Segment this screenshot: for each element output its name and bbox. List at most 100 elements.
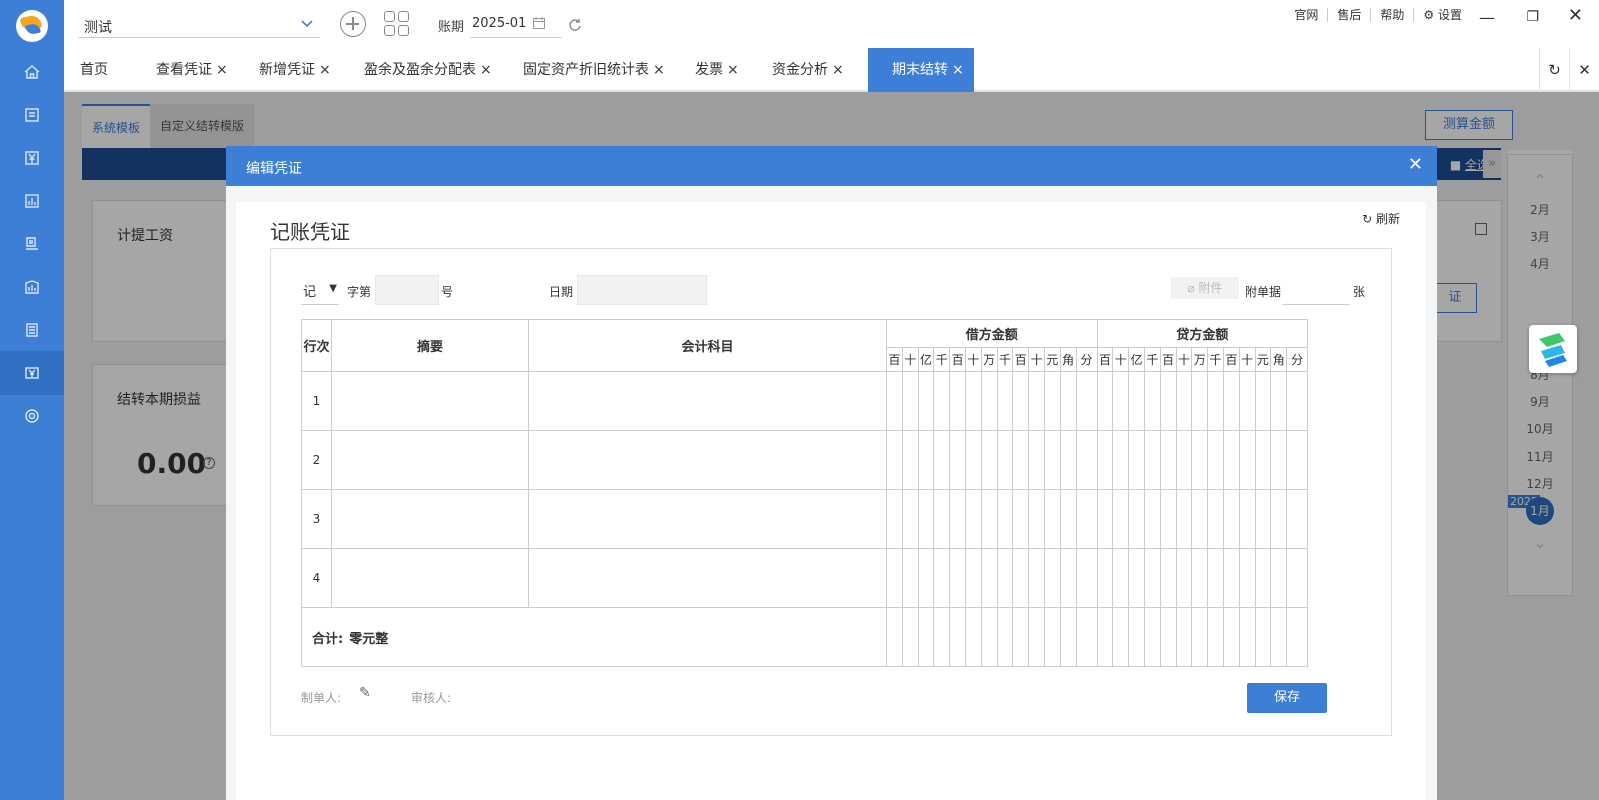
debit-digit-cell[interactable] (996, 371, 1014, 431)
ledger-icon[interactable] (0, 179, 64, 223)
debit-digit-cell[interactable] (1012, 548, 1030, 608)
debit-digit-cell[interactable] (1043, 430, 1061, 490)
refresh-icon[interactable] (568, 18, 582, 32)
debit-digit-cell[interactable] (1075, 430, 1098, 490)
debit-digit-cell[interactable] (933, 430, 951, 490)
debit-digit-cell[interactable] (996, 430, 1014, 490)
credit-digit-cell[interactable] (1143, 430, 1161, 490)
credit-digit-cell[interactable] (1112, 371, 1130, 431)
attach-count-input[interactable] (1283, 275, 1349, 305)
link-help[interactable]: 帮助 (1370, 8, 1413, 22)
debit-digit-cell[interactable] (917, 548, 935, 608)
credit-digit-cell[interactable] (1191, 371, 1209, 431)
credit-digit-cell[interactable] (1270, 430, 1288, 490)
credit-digit-cell[interactable] (1143, 548, 1161, 608)
debit-digit-cell[interactable] (964, 489, 982, 549)
debit-digit-cell[interactable] (949, 489, 966, 549)
debit-digit-cell[interactable] (886, 548, 903, 608)
attachment-button[interactable]: ⌀ 附件 (1171, 277, 1239, 299)
credit-digit-cell[interactable] (1270, 548, 1288, 608)
voucher-icon[interactable] (0, 93, 64, 137)
credit-digit-cell[interactable] (1143, 371, 1161, 431)
close-icon[interactable]: × (653, 62, 665, 78)
tab-depreciation-stats[interactable]: 固定资产折旧统计表 × (507, 48, 665, 92)
credit-digit-cell[interactable] (1222, 371, 1240, 431)
close-all-tabs-icon[interactable]: ✕ (1569, 48, 1599, 92)
link-settings[interactable]: ⚙ 设置 (1413, 8, 1471, 22)
credit-digit-cell[interactable] (1159, 489, 1177, 549)
debit-digit-cell[interactable] (1043, 548, 1061, 608)
account-cell[interactable] (528, 371, 887, 431)
save-button[interactable]: 保存 (1247, 683, 1327, 713)
credit-digit-cell[interactable] (1222, 489, 1240, 549)
credit-digit-cell[interactable] (1270, 371, 1288, 431)
close-icon[interactable]: × (952, 62, 964, 78)
debit-digit-cell[interactable] (1043, 371, 1061, 431)
close-icon[interactable]: × (319, 62, 331, 78)
close-icon[interactable]: × (480, 62, 492, 78)
credit-digit-cell[interactable] (1128, 430, 1145, 490)
credit-digit-cell[interactable] (1207, 489, 1224, 549)
debit-digit-cell[interactable] (1012, 371, 1030, 431)
reload-tabs-icon[interactable]: ↻ (1539, 48, 1569, 92)
tab-period-close[interactable]: 期末结转 × (868, 48, 974, 92)
debit-digit-cell[interactable] (917, 430, 935, 490)
credit-digit-cell[interactable] (1286, 548, 1309, 608)
apps-grid-icon[interactable] (384, 11, 410, 37)
debit-digit-cell[interactable] (980, 430, 998, 490)
floating-assistant-icon[interactable] (1529, 325, 1577, 373)
voucher-type-select[interactable]: 记 ▼ (301, 275, 339, 305)
pencil-icon[interactable]: ✎ (359, 685, 371, 701)
credit-digit-cell[interactable] (1175, 548, 1193, 608)
credit-digit-cell[interactable] (1207, 371, 1224, 431)
credit-digit-cell[interactable] (1112, 548, 1130, 608)
debit-digit-cell[interactable] (964, 430, 982, 490)
credit-digit-cell[interactable] (1191, 548, 1209, 608)
credit-digit-cell[interactable] (1254, 489, 1272, 549)
credit-digit-cell[interactable] (1207, 430, 1224, 490)
tab-invoice[interactable]: 发票 × (679, 48, 739, 92)
debit-digit-cell[interactable] (1059, 548, 1077, 608)
credit-digit-cell[interactable] (1159, 548, 1177, 608)
debit-digit-cell[interactable] (1075, 489, 1098, 549)
credit-digit-cell[interactable] (1096, 548, 1114, 608)
debit-digit-cell[interactable] (980, 489, 998, 549)
credit-digit-cell[interactable] (1112, 489, 1130, 549)
link-aftersales[interactable]: 售后 (1327, 8, 1370, 22)
credit-digit-cell[interactable] (1238, 430, 1256, 490)
debit-digit-cell[interactable] (917, 371, 935, 431)
debit-digit-cell[interactable] (949, 371, 966, 431)
debit-digit-cell[interactable] (1012, 430, 1030, 490)
assets-icon[interactable] (0, 265, 64, 309)
debit-digit-cell[interactable] (1075, 371, 1098, 431)
tab-home[interactable]: 首页 (64, 48, 108, 92)
debit-digit-cell[interactable] (1043, 489, 1061, 549)
credit-digit-cell[interactable] (1128, 489, 1145, 549)
debit-digit-cell[interactable] (949, 430, 966, 490)
tab-view-voucher[interactable]: 查看凭证 × (140, 48, 228, 92)
close-icon[interactable]: × (832, 62, 844, 78)
credit-digit-cell[interactable] (1175, 430, 1193, 490)
debit-digit-cell[interactable] (933, 371, 951, 431)
settings-icon[interactable] (0, 394, 64, 438)
summary-cell[interactable] (331, 371, 529, 431)
credit-digit-cell[interactable] (1286, 371, 1309, 431)
credit-digit-cell[interactable] (1128, 371, 1145, 431)
debit-digit-cell[interactable] (1059, 371, 1077, 431)
debit-digit-cell[interactable] (980, 548, 998, 608)
credit-digit-cell[interactable] (1238, 548, 1256, 608)
debit-digit-cell[interactable] (1059, 430, 1077, 490)
debit-digit-cell[interactable] (901, 548, 919, 608)
window-close-icon[interactable]: ✕ (1568, 5, 1583, 26)
calendar-icon[interactable] (532, 16, 546, 30)
credit-digit-cell[interactable] (1254, 548, 1272, 608)
credit-digit-cell[interactable] (1143, 489, 1161, 549)
debit-digit-cell[interactable] (1028, 430, 1045, 490)
credit-digit-cell[interactable] (1238, 489, 1256, 549)
restore-icon[interactable]: ❐ (1526, 9, 1539, 25)
credit-digit-cell[interactable] (1222, 548, 1240, 608)
credit-digit-cell[interactable] (1207, 548, 1224, 608)
link-official[interactable]: 官网 (1285, 8, 1327, 22)
debit-digit-cell[interactable] (1028, 489, 1045, 549)
period-field[interactable]: 2025-01 (470, 14, 562, 38)
